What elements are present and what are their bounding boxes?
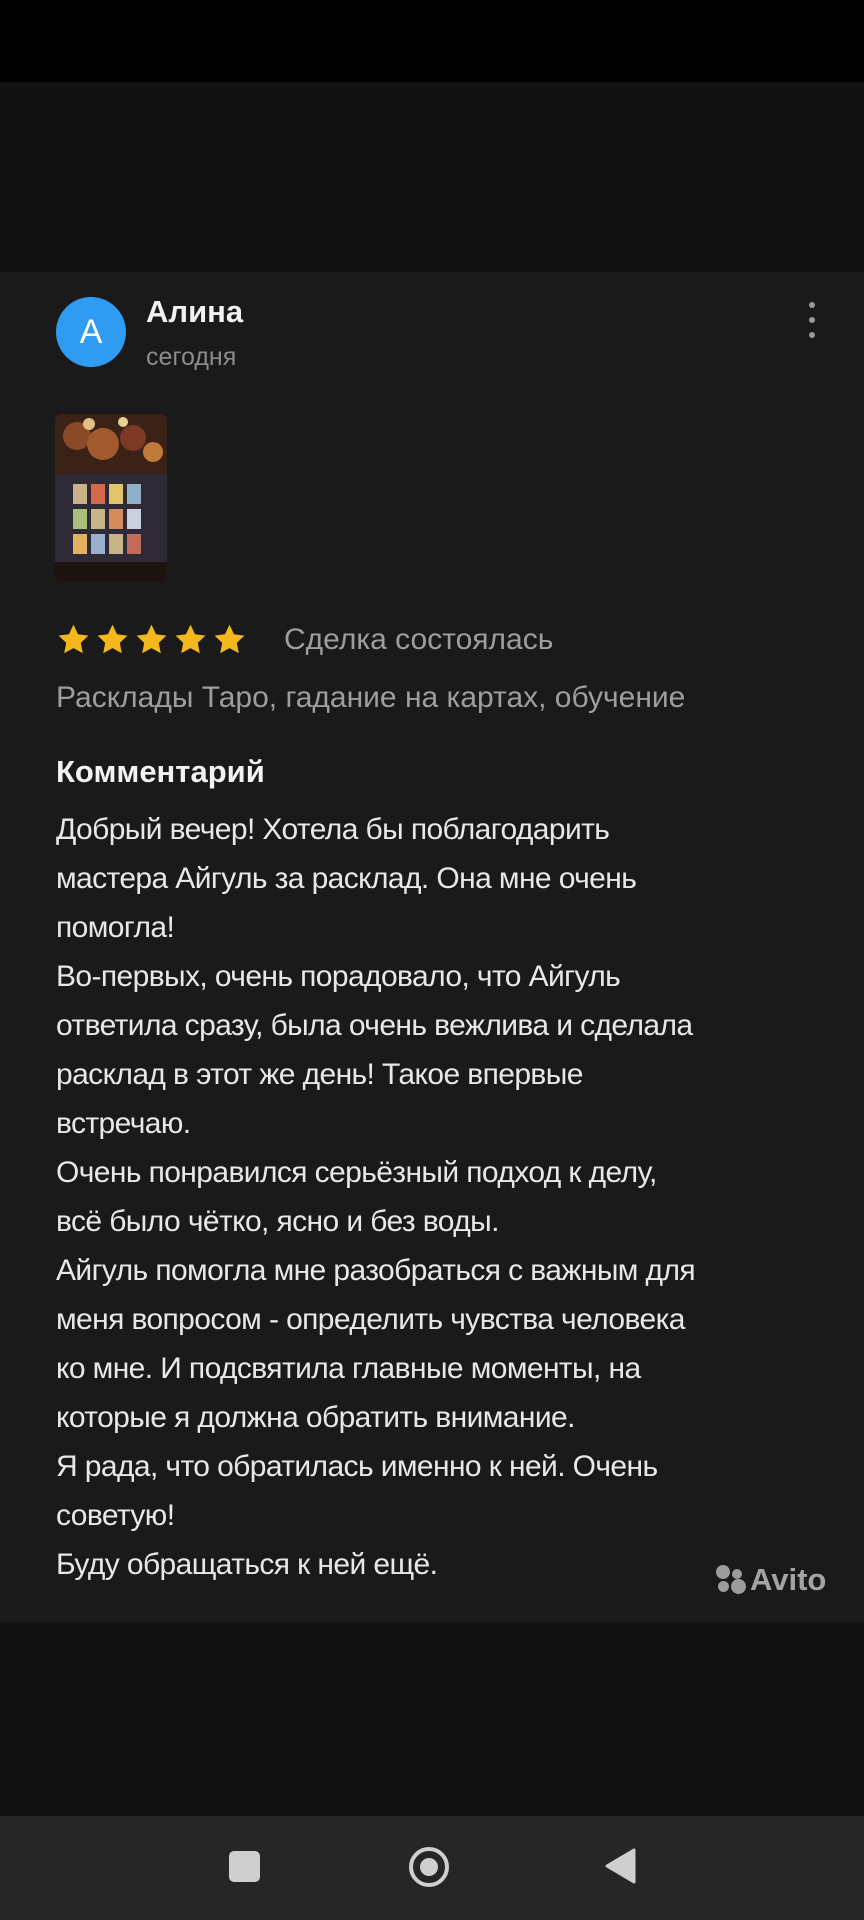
comment-line: которые я должна обратить внимание.: [56, 1401, 575, 1434]
more-vertical-icon-dot: [809, 332, 815, 338]
star-icon: [97, 624, 128, 654]
service-name[interactable]: Расклады Таро, гадание на картах, обучен…: [56, 681, 685, 715]
avito-watermark: Avito: [716, 1562, 826, 1598]
star-icon: [136, 624, 167, 654]
comment-line: Очень понравился серьёзный подход к делу…: [56, 1156, 657, 1189]
comment-heading: Комментарий: [56, 754, 265, 789]
review-date: сегодня: [146, 343, 237, 371]
comment-line: расклад в этот же день! Такое впервые: [56, 1058, 583, 1091]
more-vertical-icon: [809, 302, 815, 308]
comment-line: мастера Айгуль за расклад. Она мне очень: [56, 862, 637, 895]
star-icon: [175, 624, 206, 654]
star-icon: [214, 624, 245, 654]
comment-line: Айгуль помогла мне разобраться с важным …: [56, 1254, 696, 1287]
comment-line: встречаю.: [56, 1107, 191, 1140]
tarot-spread-photo-icon: [55, 414, 167, 582]
back-triangle-icon[interactable]: [604, 1848, 636, 1884]
comment-line: Добрый вечер! Хотела бы поблагодарить: [56, 813, 610, 846]
avito-logo-icon: [716, 1565, 746, 1595]
comment-line: советую!: [56, 1499, 175, 1532]
comment-line: всё было чётко, ясно и без воды.: [56, 1205, 499, 1238]
comment-line: помогла!: [56, 911, 175, 944]
author-name[interactable]: Алина: [146, 294, 243, 330]
avatar[interactable]: A: [56, 297, 126, 367]
more-options-button[interactable]: [797, 298, 827, 342]
comment-line: Я рада, что обратилась именно к ней. Оче…: [56, 1450, 658, 1483]
comment-line: ко мне. И подсвятила главные моменты, на: [56, 1352, 641, 1385]
star-icon: [58, 624, 89, 654]
comment-line: меня вопросом - определить чувства челов…: [56, 1303, 685, 1336]
comment-line: Во-первых, очень порадовало, что Айгуль: [56, 960, 621, 993]
rating-stars: [56, 622, 247, 658]
recents-square-icon[interactable]: [229, 1851, 260, 1882]
deal-status: Сделка состоялась: [284, 623, 554, 656]
home-circle-icon[interactable]: [408, 1846, 450, 1888]
screen: A Алина сегодня Сделка состоялась Раскла…: [0, 0, 864, 1920]
more-vertical-icon-dot: [809, 317, 815, 323]
comment-text: Добрый вечер! Хотела бы поблагодарить ма…: [56, 805, 846, 1589]
review-photo[interactable]: [55, 414, 167, 582]
watermark-text: Avito: [750, 1562, 827, 1597]
comment-line: ответила сразу, была очень вежлива и сде…: [56, 1009, 693, 1042]
